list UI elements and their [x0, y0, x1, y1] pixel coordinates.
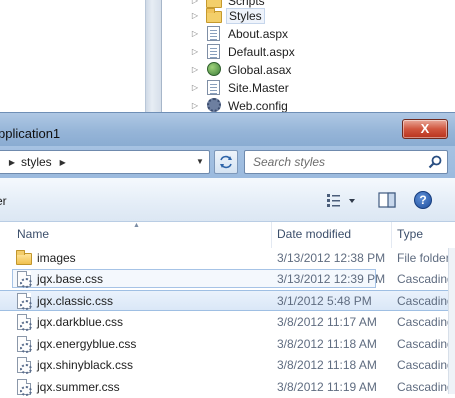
search-input[interactable] [245, 151, 421, 173]
file-row-jqx-summer[interactable]: jqx.summer.css 3/8/2012 11:19 AM Cascadi… [0, 377, 455, 398]
breadcrumb-chevron-icon[interactable]: ▶ [56, 158, 70, 167]
css-file-icon [16, 357, 32, 374]
expand-arrow-icon[interactable]: ▷ [190, 7, 200, 25]
css-file-icon [16, 379, 32, 396]
file-name: images [37, 251, 76, 265]
file-type: File folder [397, 251, 450, 265]
file-date: 3/13/2012 12:38 PM [277, 251, 386, 265]
aspx-page-icon [206, 44, 222, 60]
file-type: Cascading [397, 294, 454, 308]
file-name: jqx.darkblue.css [37, 315, 124, 329]
expand-arrow-icon[interactable]: ▷ [190, 79, 200, 97]
file-row-jqx-energyblue[interactable]: jqx.energyblue.css 3/8/2012 11:18 AM Cas… [0, 334, 455, 355]
new-folder-button[interactable]: er [0, 194, 7, 208]
search-box[interactable] [244, 150, 448, 174]
tree-item-label: Styles [226, 8, 265, 24]
file-name: jqx.shinyblack.css [37, 358, 134, 372]
file-type: Cascading [397, 272, 454, 286]
file-type: Cascading [397, 380, 454, 394]
file-row-jqx-base[interactable]: jqx.base.css 3/13/2012 12:39 PM Cascadin… [0, 269, 455, 290]
css-file-icon [16, 271, 32, 288]
file-row-jqx-darkblue[interactable]: jqx.darkblue.css 3/8/2012 11:17 AM Casca… [0, 312, 455, 333]
column-header-name[interactable]: Name [17, 227, 49, 241]
file-date: 3/8/2012 11:19 AM [277, 380, 377, 394]
refresh-button[interactable] [214, 150, 238, 174]
file-date: 3/8/2012 11:18 AM [277, 337, 377, 351]
tree-item-default-aspx[interactable]: ▷ Default.aspx [190, 43, 297, 61]
file-name: jqx.summer.css [37, 380, 120, 394]
pane-splitter[interactable] [146, 0, 162, 130]
folder-icon [206, 8, 222, 24]
tree-item-styles[interactable]: ▷ Styles [190, 7, 265, 25]
vertical-scrollbar[interactable] [448, 248, 455, 394]
file-type: Cascading [397, 315, 454, 329]
tree-item-global-asax[interactable]: ▷ Global.asax [190, 61, 293, 79]
dialog-titlebar[interactable]: pplication1 X [0, 112, 455, 146]
preview-pane-icon [378, 192, 396, 208]
folder-icon [16, 250, 32, 266]
expand-arrow-icon[interactable]: ▷ [190, 61, 200, 79]
close-icon: X [420, 121, 430, 136]
file-row-jqx-shinyblack[interactable]: jqx.shinyblack.css 3/8/2012 11:18 AM Cas… [0, 355, 455, 376]
column-divider[interactable] [271, 222, 272, 248]
column-header-row: ▲ Name Date modified Type [0, 222, 455, 248]
column-header-type[interactable]: Type [397, 227, 423, 241]
editor-pane [0, 0, 146, 130]
preview-pane-button[interactable] [376, 190, 398, 210]
tree-item-site-master[interactable]: ▷ Site.Master [190, 79, 291, 97]
file-type: Cascading [397, 337, 454, 351]
tree-item-label: About.aspx [228, 27, 289, 41]
css-file-icon [16, 336, 32, 353]
breadcrumb-chevron-icon[interactable]: ▶ [5, 158, 19, 167]
tree-item-label: Site.Master [228, 81, 289, 95]
change-view-button[interactable] [324, 190, 362, 210]
breadcrumb-styles[interactable]: styles [21, 155, 52, 169]
column-divider[interactable] [391, 222, 392, 248]
global-asax-icon [206, 62, 222, 78]
file-row-jqx-classic[interactable]: jqx.classic.css 3/1/2012 5:48 PM Cascadi… [0, 290, 455, 311]
file-name: jqx.base.css [37, 272, 104, 286]
tree-item-about-aspx[interactable]: ▷ About.aspx [190, 25, 290, 43]
file-date: 3/8/2012 11:18 AM [277, 358, 377, 372]
views-icon [327, 194, 355, 207]
help-icon: ? [419, 193, 427, 207]
sort-ascending-icon: ▲ [133, 222, 140, 229]
close-button[interactable]: X [402, 119, 448, 139]
file-name: jqx.energyblue.css [37, 337, 137, 351]
column-header-date-modified[interactable]: Date modified [277, 227, 351, 241]
file-type: Cascading [397, 358, 454, 372]
tree-item-label: Default.aspx [228, 45, 295, 59]
address-dropdown-icon[interactable]: ▼ [191, 151, 209, 173]
expand-arrow-icon[interactable]: ▷ [190, 25, 200, 43]
navigation-bar: ▶ styles ▶ ▼ [0, 146, 455, 178]
tree-item-label: Global.asax [228, 63, 292, 77]
file-date: 3/1/2012 5:48 PM [277, 294, 372, 308]
file-date: 3/13/2012 12:39 PM [277, 272, 386, 286]
css-file-icon [16, 314, 32, 331]
expand-arrow-icon[interactable]: ▷ [190, 43, 200, 61]
file-row-images[interactable]: images 3/13/2012 12:38 PM File folder [0, 248, 455, 269]
dialog-title: pplication1 [0, 126, 61, 141]
css-file-icon [16, 293, 32, 310]
aspx-page-icon [206, 26, 222, 42]
solution-explorer-background: ▷ Scripts ▷ Styles ▷ About.aspx ▷ Defaul… [0, 0, 455, 130]
open-file-dialog: pplication1 X ▶ styles ▶ ▼ Search styles… [0, 112, 455, 396]
help-button[interactable]: ? [414, 191, 432, 209]
search-icon[interactable] [427, 154, 443, 170]
file-date: 3/8/2012 11:17 AM [277, 315, 377, 329]
address-bar[interactable]: ▶ styles ▶ ▼ [0, 150, 210, 174]
file-name: jqx.classic.css [37, 294, 114, 308]
master-page-icon [206, 80, 222, 96]
command-toolbar: er ? [0, 178, 455, 222]
file-list: images 3/13/2012 12:38 PM File folder jq… [0, 248, 455, 396]
refresh-icon [220, 155, 232, 169]
